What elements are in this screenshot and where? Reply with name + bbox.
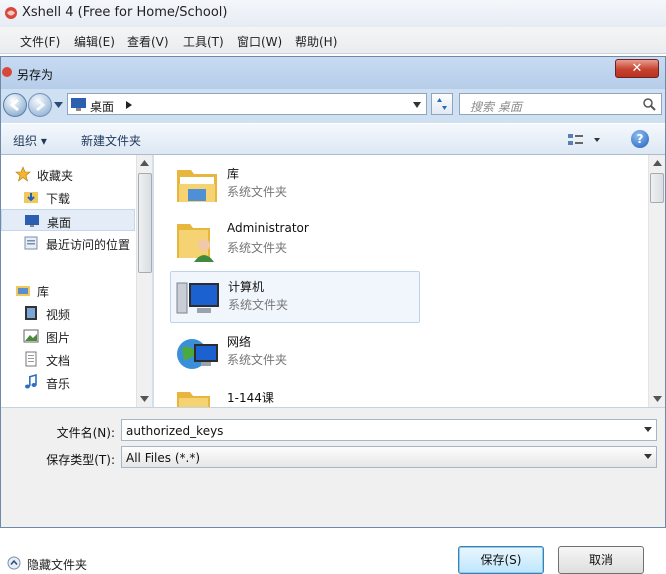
desktop-icon — [25, 215, 39, 227]
close-button[interactable]: ✕ — [615, 59, 659, 78]
arrow-left-icon — [9, 98, 19, 112]
file-type: 系统文件夹 — [227, 241, 288, 255]
nav-videos[interactable]: 视频 — [1, 302, 135, 324]
file-name: 1-144课 — [227, 391, 274, 405]
dialog-title-bar: 另存为 ✕ — [1, 57, 665, 89]
chevron-down-icon[interactable] — [644, 454, 652, 459]
xshell-logo-icon — [5, 7, 17, 19]
scroll-down-icon[interactable] — [140, 396, 149, 402]
file-type: 系统文件夹 — [228, 298, 289, 312]
save-button[interactable]: 保存(S) — [458, 546, 544, 574]
search-icon — [643, 98, 656, 111]
xshell-title-bar: Xshell 4 (Free for Home/School) — [0, 0, 666, 27]
file-name: 库 — [227, 167, 240, 181]
file-item-libraries[interactable]: 库 系统文件夹 — [170, 159, 420, 211]
search-input[interactable]: 搜索 桌面 — [459, 93, 662, 115]
file-item-network[interactable]: 网络 系统文件夹 — [170, 327, 420, 379]
save-options-panel: 文件名(N): authorized_keys 保存类型(T): All Fil… — [1, 407, 665, 574]
navigation-row: 桌面 搜索 桌面 — [1, 89, 665, 121]
filename-value: authorized_keys — [126, 424, 224, 438]
view-options-icon[interactable] — [567, 132, 601, 148]
nav-libraries[interactable]: 库 — [1, 279, 135, 301]
menu-file[interactable]: 文件(F) — [20, 33, 60, 50]
file-item-administrator[interactable]: Administrator 系统文件夹 — [170, 215, 420, 267]
desktop-icon — [71, 98, 86, 111]
navigation-pane: 收藏夹 下载 桌面 最近访问的位置 库 视频 图片 文档 音乐 — [1, 155, 153, 407]
star-icon — [15, 166, 31, 182]
new-folder-button[interactable]: 新建文件夹 — [81, 132, 141, 149]
filetype-value: All Files (*.*) — [126, 451, 201, 465]
nav-desktop[interactable]: 桌面 — [1, 209, 135, 231]
scroll-up-icon[interactable] — [140, 160, 149, 166]
nav-documents[interactable]: 文档 — [1, 348, 135, 370]
file-item-folder[interactable]: 1-144课 — [170, 383, 420, 407]
nav-scrollbar[interactable] — [136, 155, 152, 407]
picture-icon — [23, 329, 39, 343]
history-dropdown-icon[interactable] — [54, 101, 63, 109]
hide-folders-label: 隐藏文件夹 — [27, 558, 88, 572]
menu-window[interactable]: 窗口(W) — [237, 33, 282, 50]
download-folder-icon — [24, 192, 38, 203]
address-bar[interactable]: 桌面 — [67, 93, 427, 115]
library-folder-icon — [177, 170, 217, 202]
breadcrumb-arrow-icon[interactable] — [126, 101, 132, 109]
video-icon — [25, 306, 37, 320]
xshell-window-title: Xshell 4 (Free for Home/School) — [22, 5, 228, 20]
recent-places-icon — [24, 236, 38, 250]
filename-input[interactable]: authorized_keys — [121, 419, 657, 441]
library-icon — [16, 286, 30, 296]
folder-icon — [177, 392, 210, 407]
back-button[interactable] — [3, 93, 27, 117]
nav-pictures[interactable]: 图片 — [1, 325, 135, 347]
nav-scroll-thumb[interactable] — [138, 173, 152, 273]
command-toolbar: 组织 ▾ 新建文件夹 ? — [1, 123, 665, 155]
filetype-label: 保存类型(T): — [46, 453, 115, 467]
help-button[interactable]: ? — [631, 130, 649, 148]
forward-button[interactable] — [28, 93, 52, 117]
computer-icon — [176, 282, 219, 314]
search-placeholder: 搜索 桌面 — [470, 100, 522, 114]
nav-recent-places[interactable]: 最近访问的位置 — [1, 232, 136, 254]
scroll-up-icon[interactable] — [653, 160, 662, 166]
music-icon — [25, 374, 37, 389]
address-text: 桌面 — [90, 100, 115, 114]
refresh-icon — [437, 98, 447, 110]
cancel-button[interactable]: 取消 — [558, 546, 644, 574]
save-as-dialog: 另存为 ✕ 桌面 搜索 桌面 组织 ▾ 新建文件夹 ? 收藏夹 下载 桌面 最近… — [0, 56, 666, 574]
organize-button[interactable]: 组织 ▾ — [13, 132, 47, 149]
filename-label: 文件名(N): — [56, 426, 115, 440]
nav-favorites[interactable]: 收藏夹 — [1, 163, 135, 185]
menu-view[interactable]: 查看(V) — [127, 33, 169, 50]
arrow-right-icon — [36, 98, 46, 112]
file-name: 计算机 — [228, 280, 265, 294]
user-folder-icon — [177, 224, 214, 262]
nav-music[interactable]: 音乐 — [1, 371, 135, 393]
filetype-select[interactable]: All Files (*.*) — [121, 446, 657, 468]
document-icon — [25, 351, 37, 367]
xshell-menu-bar: 文件(F) 编辑(E) 查看(V) 工具(T) 窗口(W) 帮助(H) — [0, 27, 666, 54]
file-name: Administrator — [227, 221, 309, 235]
file-list-scrollbar[interactable] — [648, 155, 665, 407]
chevron-down-icon[interactable] — [644, 427, 652, 432]
file-type: 系统文件夹 — [227, 185, 288, 199]
refresh-button[interactable] — [431, 93, 453, 115]
menu-help[interactable]: 帮助(H) — [295, 33, 337, 50]
network-icon — [177, 339, 218, 369]
dialog-title: 另存为 — [17, 68, 54, 82]
file-name: 网络 — [227, 335, 252, 349]
file-type: 系统文件夹 — [227, 353, 288, 367]
nav-downloads[interactable]: 下载 — [1, 186, 135, 208]
scroll-down-icon[interactable] — [653, 396, 662, 402]
menu-tools[interactable]: 工具(T) — [183, 33, 224, 50]
menu-edit[interactable]: 编辑(E) — [74, 33, 115, 50]
address-dropdown-icon[interactable] — [413, 102, 421, 108]
file-item-computer[interactable]: 计算机 系统文件夹 — [170, 271, 420, 323]
file-scroll-thumb[interactable] — [650, 173, 664, 203]
app-icon — [2, 67, 12, 77]
file-list: 库 系统文件夹 Administrator 系统文件夹 计算机 系统文件夹 网络… — [154, 155, 665, 407]
chevron-up-circle-icon — [7, 556, 21, 570]
